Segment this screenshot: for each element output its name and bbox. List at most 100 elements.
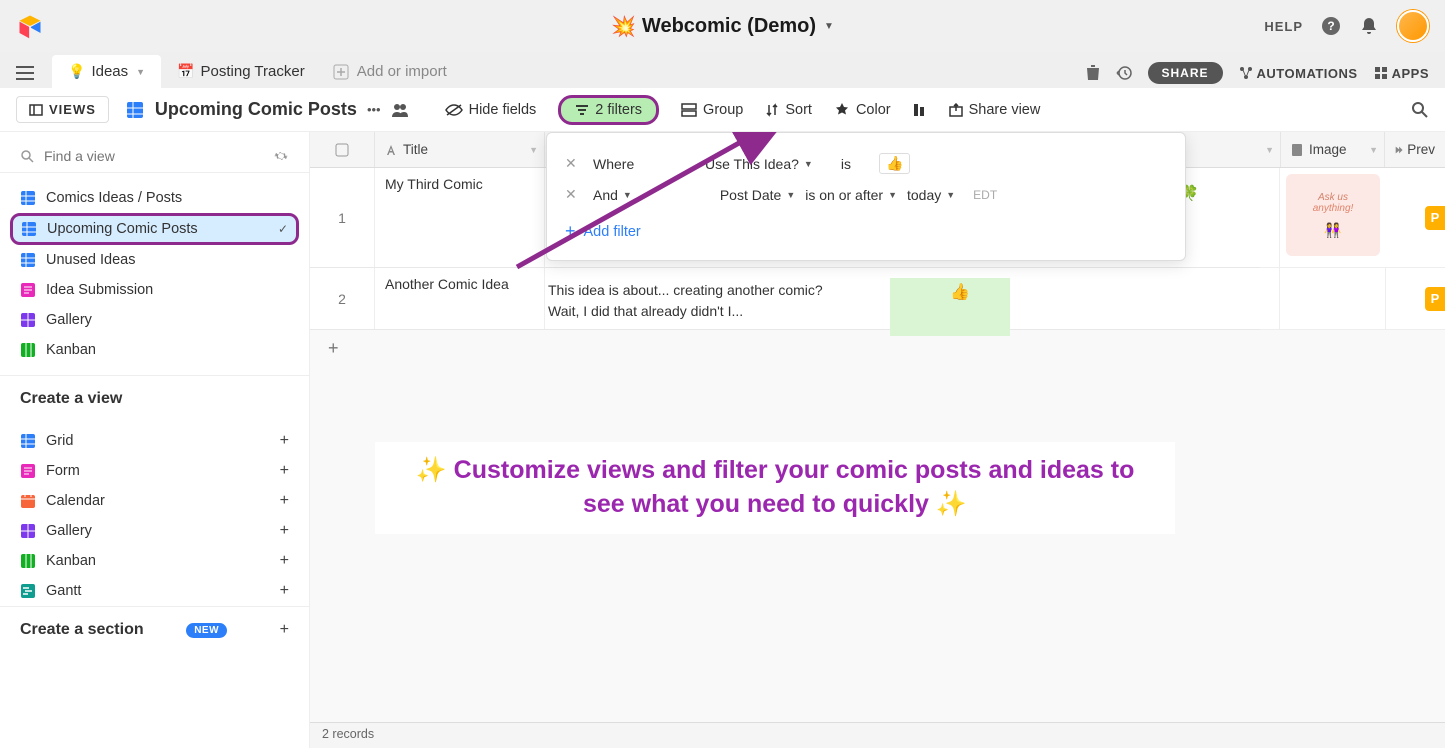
- filter-value-dropdown[interactable]: today ▼: [907, 187, 955, 203]
- status-pill[interactable]: P: [1425, 206, 1445, 230]
- create-form[interactable]: Form +: [0, 456, 309, 486]
- tab-ideas[interactable]: 💡 Ideas ▼: [52, 55, 161, 88]
- create-label: Gallery: [46, 523, 92, 539]
- color-label: Color: [856, 102, 891, 118]
- thumbs-up-icon: 👍: [950, 282, 970, 302]
- base-title-dropdown[interactable]: 💥 Webcomic (Demo) ▼: [611, 14, 834, 39]
- people-icon[interactable]: [391, 102, 409, 118]
- add-or-import[interactable]: Add or import: [321, 55, 459, 88]
- create-section-row[interactable]: Create a section NEW +: [0, 606, 309, 653]
- create-gantt[interactable]: Gantt +: [0, 576, 309, 606]
- view-item-comics-ideas[interactable]: Comics Ideas / Posts: [0, 183, 309, 213]
- filters-label: 2 filters: [595, 102, 642, 118]
- filter-field-dropdown[interactable]: Use This Idea?▼: [705, 156, 813, 172]
- top-header: 💥 Webcomic (Demo) ▼ HELP ?: [0, 0, 1445, 52]
- column-prev[interactable]: Prev: [1385, 132, 1445, 167]
- add-row-button[interactable]: +: [310, 330, 1445, 367]
- view-item-kanban[interactable]: Kanban: [0, 335, 309, 365]
- create-calendar[interactable]: Calendar +: [0, 486, 309, 516]
- trash-icon[interactable]: [1086, 65, 1100, 81]
- status-pill[interactable]: P: [1425, 287, 1445, 311]
- create-label: Gantt: [46, 583, 81, 599]
- create-gallery[interactable]: Gallery +: [0, 516, 309, 546]
- caret-down-icon[interactable]: ▼: [1265, 145, 1274, 155]
- filter-operator[interactable]: is: [841, 156, 851, 172]
- filters-button[interactable]: 2 filters: [558, 95, 659, 125]
- plus-icon: +: [280, 552, 289, 570]
- tab-posting-tracker[interactable]: 📅 Posting Tracker: [161, 55, 321, 88]
- view-item-gallery[interactable]: Gallery: [0, 305, 309, 335]
- current-view-name[interactable]: Upcoming Comic Posts: [155, 99, 357, 120]
- grid-area: Title ▼ 1 My Third Comic 2 Another Comic…: [310, 132, 1445, 748]
- help-icon[interactable]: ?: [1321, 16, 1341, 36]
- tab-label: Posting Tracker: [201, 63, 305, 80]
- row-number: 2: [310, 268, 375, 329]
- find-view-search[interactable]: [0, 140, 309, 172]
- filter-condition-1: ✕ Where Use This Idea?▼ is 👍: [557, 147, 1175, 180]
- add-filter-button[interactable]: + Add filter: [557, 209, 1175, 246]
- view-item-unused-ideas[interactable]: Unused Ideas: [0, 245, 309, 275]
- new-badge: NEW: [186, 623, 227, 638]
- view-list: Comics Ideas / Posts Upcoming Comic Post…: [0, 172, 309, 375]
- caret-down-icon[interactable]: ▼: [529, 145, 538, 155]
- cell-description[interactable]: This idea is about... creating another c…: [548, 280, 823, 322]
- share-view-button[interactable]: Share view: [949, 102, 1041, 118]
- view-item-upcoming-comic-posts[interactable]: Upcoming Comic Posts ✓: [10, 213, 299, 245]
- find-view-input[interactable]: [44, 148, 263, 164]
- calendar-emoji: 📅: [177, 63, 194, 80]
- hide-fields-button[interactable]: Hide fields: [445, 102, 537, 118]
- tabs-bar: 💡 Ideas ▼ 📅 Posting Tracker Add or impor…: [0, 52, 1445, 88]
- view-item-idea-submission[interactable]: Idea Submission: [0, 275, 309, 305]
- column-label: Prev: [1407, 142, 1435, 157]
- caret-down-icon[interactable]: ▼: [1369, 145, 1378, 155]
- timezone-label: EDT: [973, 188, 997, 202]
- filter-field-dropdown[interactable]: Post Date ▼: [720, 187, 795, 203]
- column-title[interactable]: Title ▼: [375, 132, 545, 167]
- remove-filter-icon[interactable]: ✕: [565, 155, 583, 172]
- filter-popup: ✕ Where Use This Idea?▼ is 👍 ✕ And ▼: [546, 132, 1186, 261]
- view-toolbar: VIEWS Upcoming Comic Posts ••• Hide fiel…: [0, 88, 1445, 132]
- search-icon[interactable]: [1411, 101, 1429, 119]
- automations-button[interactable]: AUTOMATIONS: [1239, 66, 1358, 81]
- row-height-button[interactable]: [913, 103, 927, 117]
- plus-icon: +: [280, 462, 289, 480]
- svg-text:?: ?: [1327, 19, 1334, 33]
- column-image[interactable]: Image ▼: [1281, 132, 1385, 167]
- thumbs-up-icon[interactable]: 👍: [879, 153, 910, 174]
- group-button[interactable]: Group: [681, 102, 743, 118]
- views-toggle[interactable]: VIEWS: [16, 96, 109, 123]
- lightbulb-emoji: 💡: [68, 63, 85, 80]
- share-button[interactable]: SHARE: [1148, 62, 1223, 84]
- more-icon[interactable]: •••: [367, 102, 381, 117]
- apps-button[interactable]: APPS: [1374, 66, 1429, 81]
- notifications-icon[interactable]: [1359, 16, 1379, 36]
- hamburger-icon[interactable]: [16, 66, 40, 88]
- sort-button[interactable]: Sort: [765, 102, 812, 118]
- help-link[interactable]: HELP: [1264, 19, 1303, 34]
- create-grid[interactable]: Grid +: [0, 426, 309, 456]
- history-icon[interactable]: [1116, 65, 1132, 81]
- plus-icon: +: [280, 582, 289, 600]
- create-kanban[interactable]: Kanban +: [0, 546, 309, 576]
- view-label: Unused Ideas: [46, 252, 135, 268]
- select-all-checkbox[interactable]: [310, 132, 375, 167]
- filter-operator-dropdown[interactable]: is on or after ▼: [805, 187, 897, 203]
- image-thumbnail[interactable]: Ask us anything! 👭: [1286, 174, 1380, 256]
- view-label: Idea Submission: [46, 282, 153, 298]
- view-label: Gallery: [46, 312, 92, 328]
- right-columns: ▼ Image ▼ Prev Ask us anything: [1260, 132, 1445, 330]
- app-logo[interactable]: [16, 12, 44, 40]
- cell-title[interactable]: My Third Comic: [375, 168, 545, 267]
- remove-filter-icon[interactable]: ✕: [565, 186, 583, 203]
- cell-title[interactable]: Another Comic Idea: [375, 268, 545, 329]
- filter-conjunction-dropdown[interactable]: And ▼: [593, 187, 632, 203]
- user-avatar[interactable]: [1397, 10, 1429, 42]
- apps-label: APPS: [1392, 66, 1429, 81]
- color-button[interactable]: Color: [834, 102, 891, 118]
- gear-icon[interactable]: [273, 148, 289, 164]
- column-label: Title: [403, 142, 428, 157]
- record-count: 2 records: [310, 722, 1445, 748]
- caret-down-icon: ▼: [824, 21, 834, 32]
- create-label: Form: [46, 463, 80, 479]
- check-icon: ✓: [278, 222, 288, 236]
